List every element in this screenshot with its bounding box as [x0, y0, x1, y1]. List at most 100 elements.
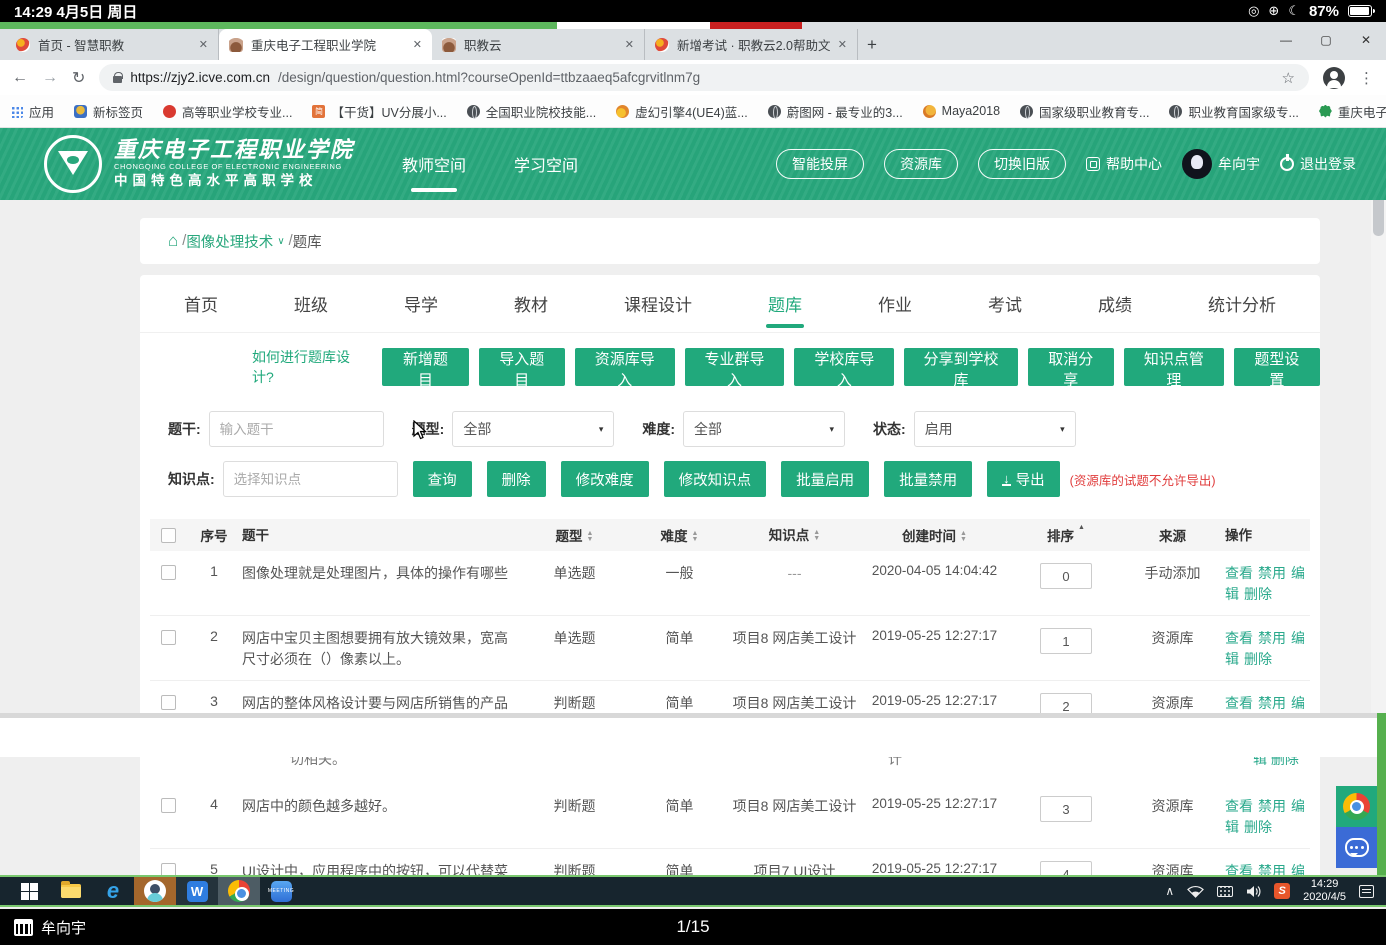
- col-knowledge[interactable]: 知识点▲▼: [732, 525, 857, 546]
- question-type-settings-button[interactable]: 题型设置: [1234, 348, 1320, 386]
- bookmark-item[interactable]: 虚幻引擎4(UE4)蓝...: [616, 102, 748, 121]
- meeting-app-button[interactable]: MEETING: [260, 877, 302, 905]
- batch-enable-button[interactable]: 批量启用: [781, 461, 869, 497]
- tab-close-icon[interactable]: ✕: [838, 38, 847, 51]
- chrome-shortcut[interactable]: [1336, 786, 1377, 827]
- tab-classes[interactable]: 班级: [290, 281, 332, 326]
- export-button[interactable]: ↓导出: [987, 461, 1060, 497]
- order-input[interactable]: [1040, 563, 1092, 589]
- browser-tab-4[interactable]: 新增考试 · 职教云2.0帮助文档 ✕: [645, 29, 858, 60]
- tab-textbook[interactable]: 教材: [510, 281, 552, 326]
- resource-lib-button[interactable]: 资源库: [884, 149, 958, 179]
- cancel-share-button[interactable]: 取消分享: [1028, 348, 1114, 386]
- speaker-icon[interactable]: [1246, 885, 1261, 898]
- tab-close-icon[interactable]: ✕: [413, 38, 422, 51]
- wps-button[interactable]: W: [176, 877, 218, 905]
- disable-link[interactable]: 禁用: [1258, 630, 1286, 646]
- wifi-icon[interactable]: [1187, 885, 1204, 898]
- row-checkbox[interactable]: [161, 798, 176, 813]
- col-difficulty[interactable]: 难度▲▼: [627, 525, 732, 545]
- smart-cast-button[interactable]: 智能投屏: [776, 149, 864, 179]
- stem-filter-input[interactable]: [209, 411, 384, 447]
- tab-close-icon[interactable]: ✕: [625, 38, 634, 51]
- tab-guide[interactable]: 导学: [400, 281, 442, 326]
- browser-tab-2-active[interactable]: 重庆电子工程职业学院 ✕: [219, 29, 432, 60]
- browser-profile-icon[interactable]: [1323, 67, 1345, 89]
- disable-link[interactable]: 禁用: [1258, 565, 1286, 581]
- chrome-taskbar-button[interactable]: [218, 877, 260, 905]
- col-type[interactable]: 题型▲▼: [522, 525, 627, 545]
- tab-exam[interactable]: 考试: [984, 281, 1026, 326]
- forward-icon[interactable]: →: [42, 69, 58, 87]
- browser-tab-1[interactable]: 首页 - 智慧职教 ✕: [6, 29, 219, 60]
- home-icon[interactable]: ⌂: [168, 231, 178, 251]
- order-input[interactable]: [1040, 628, 1092, 654]
- edge-button[interactable]: e: [92, 877, 134, 905]
- view-link[interactable]: 查看: [1225, 695, 1253, 711]
- major-group-import-button[interactable]: 专业群导入: [685, 348, 785, 386]
- bookmark-item[interactable]: 全国职业院校技能...: [467, 102, 596, 121]
- delete-link[interactable]: 删除: [1244, 651, 1272, 667]
- tray-expand-icon[interactable]: ∧: [1165, 884, 1174, 898]
- row-checkbox[interactable]: [161, 565, 176, 580]
- add-question-button[interactable]: 新增题目: [382, 348, 468, 386]
- back-icon[interactable]: ←: [12, 69, 28, 87]
- reload-icon[interactable]: ↻: [72, 68, 85, 88]
- tab-homework[interactable]: 作业: [874, 281, 916, 326]
- bookmark-item[interactable]: 简【干货】UV分展小...: [312, 102, 446, 121]
- window-minimize-button[interactable]: —: [1266, 26, 1306, 54]
- bookmark-item[interactable]: 蔚图网 - 最专业的3...: [768, 102, 903, 121]
- bookmark-apps[interactable]: 应用: [10, 102, 54, 121]
- edit-knowledge-button[interactable]: 修改知识点: [664, 461, 767, 497]
- edit-difficulty-button[interactable]: 修改难度: [561, 461, 649, 497]
- share-to-school-button[interactable]: 分享到学校库: [904, 348, 1017, 386]
- view-link[interactable]: 查看: [1225, 630, 1253, 646]
- sogou-input-icon[interactable]: S: [1274, 883, 1290, 899]
- delete-link[interactable]: 删除: [1244, 586, 1272, 602]
- browser-menu-icon[interactable]: ⋮: [1359, 69, 1374, 87]
- window-close-button[interactable]: ✕: [1346, 26, 1386, 54]
- nav-teacher-space[interactable]: 教师空间: [400, 144, 468, 184]
- tab-close-icon[interactable]: ✕: [199, 38, 208, 51]
- disable-link[interactable]: 禁用: [1258, 798, 1286, 814]
- classroom-app-button[interactable]: [134, 877, 176, 905]
- knowledge-manage-button[interactable]: 知识点管理: [1124, 348, 1224, 386]
- breadcrumb-course[interactable]: 图像处理技术: [186, 231, 273, 252]
- window-maximize-button[interactable]: ▢: [1306, 26, 1346, 54]
- row-checkbox[interactable]: [161, 630, 176, 645]
- address-bar[interactable]: https://zjy2.icve.com.cn /design/questio…: [99, 64, 1309, 91]
- browser-tab-3[interactable]: 职教云 ✕: [432, 29, 645, 60]
- bookmark-item[interactable]: 重庆电子工程学院...: [1319, 102, 1386, 121]
- bookmark-newtab[interactable]: 新标签页: [74, 102, 143, 121]
- new-tab-button[interactable]: +: [858, 29, 886, 60]
- file-explorer-button[interactable]: [50, 877, 92, 905]
- view-link[interactable]: 查看: [1225, 565, 1253, 581]
- order-input[interactable]: [1040, 796, 1092, 822]
- howto-link[interactable]: 如何进行题库设计?: [252, 347, 360, 387]
- bookmark-item[interactable]: Maya2018: [923, 104, 1000, 118]
- delete-button[interactable]: 删除: [487, 461, 546, 497]
- select-all-checkbox[interactable]: [161, 528, 176, 543]
- keyboard-icon[interactable]: [1217, 886, 1233, 897]
- chevron-down-icon[interactable]: ∨: [277, 236, 284, 247]
- batch-disable-button[interactable]: 批量禁用: [884, 461, 972, 497]
- col-created[interactable]: 创建时间▲▼: [857, 525, 1012, 545]
- tab-grades[interactable]: 成绩: [1094, 281, 1136, 326]
- action-center-icon[interactable]: [1359, 885, 1374, 898]
- search-button[interactable]: 查询: [413, 461, 472, 497]
- logout-button[interactable]: 退出登录: [1280, 154, 1356, 174]
- bookmark-item[interactable]: 职业教育国家级专...: [1169, 102, 1298, 121]
- type-filter-select[interactable]: 全部▾: [452, 411, 614, 447]
- switch-old-version-button[interactable]: 切换旧版: [978, 149, 1066, 179]
- row-checkbox[interactable]: [161, 695, 176, 710]
- bookmark-item[interactable]: 高等职业学校专业...: [163, 102, 292, 121]
- import-question-button[interactable]: 导入题目: [479, 348, 565, 386]
- difficulty-filter-select[interactable]: 全部▾: [683, 411, 845, 447]
- status-filter-select[interactable]: 启用▾: [914, 411, 1076, 447]
- page-scrollbar[interactable]: ▴: [1371, 128, 1386, 713]
- resource-import-button[interactable]: 资源库导入: [575, 348, 675, 386]
- col-order[interactable]: 排序▲: [1012, 525, 1120, 545]
- help-center-link[interactable]: 帮助中心: [1086, 154, 1162, 174]
- start-button[interactable]: [8, 877, 50, 905]
- view-link[interactable]: 查看: [1225, 798, 1253, 814]
